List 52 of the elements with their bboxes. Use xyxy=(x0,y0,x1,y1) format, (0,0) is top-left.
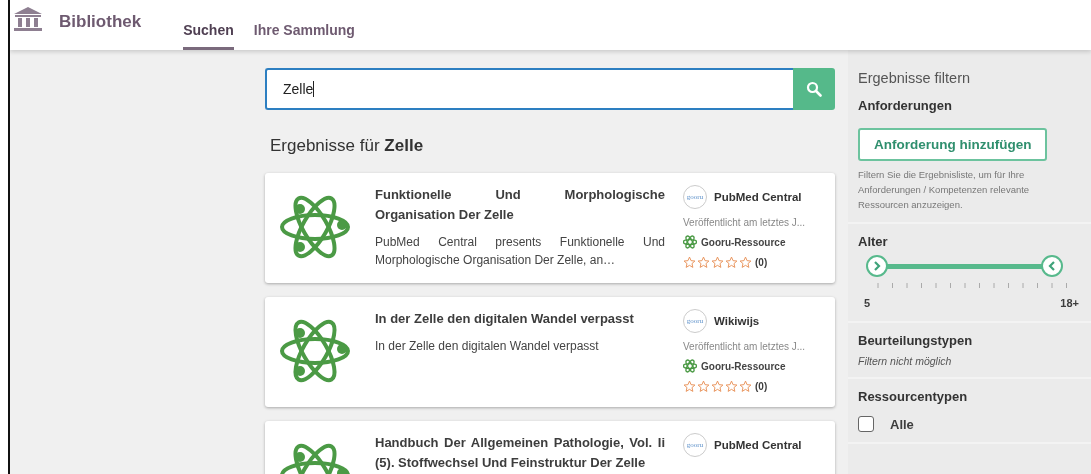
search-field[interactable]: Zelle xyxy=(265,68,793,110)
result-title[interactable]: Funktionelle Und Morphologische Organisation Der Zelle xyxy=(375,185,665,225)
star-icon xyxy=(683,256,696,269)
section-heading: Anforderungen xyxy=(858,98,953,113)
source-name: PubMed Central xyxy=(714,191,802,203)
age-min-label: 5 xyxy=(864,297,871,309)
result-description: In der Zelle den digitalen Wandel verpasst xyxy=(375,338,600,355)
result-description: PubMed Central presents Funktionelle Und Morphologische Organisation Der Zelle, an… xyxy=(375,234,665,269)
age-max-label: 18+ xyxy=(1060,297,1079,309)
star-rating[interactable] xyxy=(683,256,752,269)
published-date: Veröffentlicht am letztes J... xyxy=(683,217,807,228)
star-icon xyxy=(697,256,710,269)
star-icon xyxy=(739,380,752,393)
checkbox[interactable] xyxy=(858,416,874,432)
search-button[interactable] xyxy=(793,68,835,110)
result-card[interactable] xyxy=(265,173,835,283)
slider-handle[interactable] xyxy=(1041,255,1063,277)
nav-tab[interactable]: Ihre Sammlung xyxy=(253,0,355,50)
star-icon xyxy=(711,380,724,393)
source-name: PubMed Central xyxy=(714,439,802,451)
star-rating[interactable] xyxy=(683,380,752,393)
star-icon xyxy=(697,380,710,393)
slider-handle[interactable] xyxy=(866,255,888,277)
star-icon xyxy=(725,256,738,269)
results-heading: Ergebnisse für Zelle xyxy=(270,136,425,156)
resource-type: Gooru-Ressource xyxy=(701,360,786,372)
atom-icon xyxy=(683,235,697,249)
search-icon xyxy=(806,81,822,97)
section-heading: Beurteilungstypen xyxy=(858,333,974,348)
source-name: Wikiwijs xyxy=(714,315,760,327)
star-icon xyxy=(725,380,738,393)
section-heading: Ressourcentypen xyxy=(858,389,969,404)
brand-title: Bibliothek xyxy=(59,12,142,32)
filter-note: Filtern nicht möglich xyxy=(858,355,953,367)
add-requirement-button[interactable]: Anforderung hinzufügen xyxy=(858,128,1048,161)
nav-tab[interactable]: Suchen xyxy=(183,0,234,50)
library-icon xyxy=(13,6,43,32)
hint-text: Filtern Sie die Ergebnisliste, um für Ihre Anforderungen / Kompetenzen relevante Ressourcen anzuzeigen. xyxy=(858,168,1031,212)
result-title[interactable]: In der Zelle den digitalen Wandel verpasst xyxy=(375,309,665,329)
checkbox-label[interactable]: Alle xyxy=(890,416,914,432)
rating-count: (0) xyxy=(755,257,768,268)
section-heading: Alter xyxy=(858,234,889,249)
star-icon xyxy=(711,256,724,269)
star-icon xyxy=(683,380,696,393)
filter-title: Ergebnisse filtern xyxy=(858,70,972,86)
atom-icon xyxy=(683,359,697,373)
star-icon xyxy=(739,256,752,269)
published-date: Veröffentlicht am letztes J... xyxy=(683,341,807,352)
age-slider[interactable] xyxy=(866,255,1065,279)
resource-type: Gooru-Ressource xyxy=(701,236,786,248)
rating-count: (0) xyxy=(755,381,768,392)
result-title[interactable]: Handbuch Der Allgemeinen Pathologie, Vol. Ii (5). Stoffwechsel Und Feinstruktur Der Zelle xyxy=(375,433,665,473)
